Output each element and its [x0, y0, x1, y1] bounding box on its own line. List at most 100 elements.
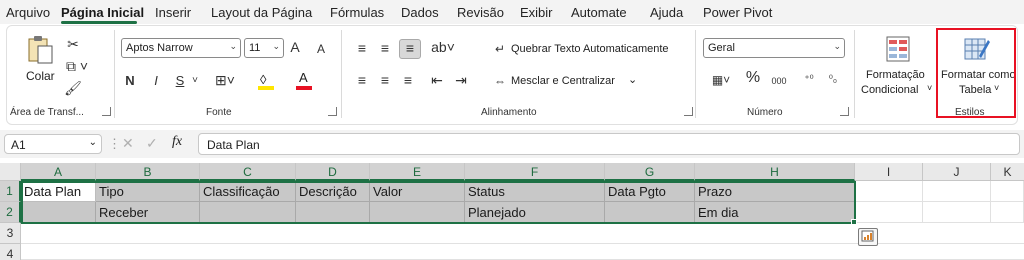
- thousands-button[interactable]: 000: [768, 73, 790, 89]
- decrease-decimal-icon[interactable]: ⁰₀: [824, 72, 842, 88]
- quick-analysis-icon[interactable]: [858, 228, 878, 246]
- cell-f2[interactable]: Planejado: [465, 202, 605, 223]
- merge-center-icon[interactable]: ⇔: [492, 73, 508, 89]
- increase-indent-icon[interactable]: ⇥: [453, 72, 469, 88]
- number-launcher-icon[interactable]: [840, 107, 849, 116]
- column-header-c[interactable]: C: [200, 163, 296, 181]
- tab-automate[interactable]: Automate: [571, 5, 627, 20]
- align-left-icon[interactable]: ≡: [354, 72, 370, 88]
- formula-input[interactable]: Data Plan: [198, 133, 1020, 155]
- tab-ajuda[interactable]: Ajuda: [650, 5, 683, 20]
- column-header-h[interactable]: H: [695, 163, 855, 181]
- cell-j1[interactable]: [923, 181, 991, 202]
- cut-icon[interactable]: ✂: [64, 36, 82, 52]
- column-header-d[interactable]: D: [296, 163, 370, 181]
- cell-g2[interactable]: [605, 202, 695, 223]
- merge-center-button[interactable]: Mesclar e Centralizar: [511, 75, 615, 87]
- chevron-down-icon[interactable]: ⌄: [628, 73, 637, 86]
- cell-e2[interactable]: [370, 202, 465, 223]
- row-header-3[interactable]: 3: [0, 223, 21, 244]
- cell-i2[interactable]: [855, 202, 923, 223]
- enter-icon[interactable]: ✓: [146, 135, 158, 152]
- select-all-corner[interactable]: [0, 163, 21, 181]
- wrap-text-icon[interactable]: ↵: [492, 41, 508, 57]
- alignment-launcher-icon[interactable]: [684, 107, 693, 116]
- tab-dados[interactable]: Dados: [401, 5, 439, 20]
- column-header-a[interactable]: A: [21, 163, 96, 181]
- clipboard-launcher-icon[interactable]: [102, 107, 111, 116]
- align-center-icon[interactable]: ≡: [377, 72, 393, 88]
- cell-c1[interactable]: Classificação: [200, 181, 296, 202]
- cell-f1[interactable]: Status: [465, 181, 605, 202]
- column-header-k[interactable]: K: [991, 163, 1024, 181]
- tab-power-pivot[interactable]: Power Pivot: [703, 5, 772, 20]
- tab-pagina-inicial[interactable]: Página Inicial: [61, 5, 144, 20]
- cell-a1[interactable]: Data Plan: [21, 181, 96, 202]
- grow-font-button[interactable]: A: [288, 39, 302, 55]
- wrap-text-button[interactable]: Quebrar Texto Automaticamente: [511, 43, 669, 55]
- tab-layout-da-pagina[interactable]: Layout da Página: [211, 5, 312, 20]
- percent-button[interactable]: %: [745, 70, 761, 86]
- align-bottom-icon[interactable]: ≡: [399, 39, 421, 59]
- column-header-i[interactable]: I: [855, 163, 923, 181]
- row-header-4[interactable]: 4: [0, 244, 21, 260]
- cell-b2[interactable]: Receber: [96, 202, 200, 223]
- font-launcher-icon[interactable]: [328, 107, 337, 116]
- chevron-down-icon[interactable]: ˅: [927, 83, 932, 93]
- fill-color-icon[interactable]: ◊: [258, 72, 274, 90]
- tab-arquivo[interactable]: Arquivo: [6, 5, 50, 20]
- column-header-j[interactable]: J: [923, 163, 991, 181]
- align-right-icon[interactable]: ≡: [400, 72, 416, 88]
- cell-k2[interactable]: [991, 202, 1024, 223]
- cell-e1[interactable]: Valor: [370, 181, 465, 202]
- tab-exibir[interactable]: Exibir: [520, 5, 553, 20]
- cell-j2[interactable]: [923, 202, 991, 223]
- increase-decimal-icon[interactable]: ⁺⁰: [800, 72, 818, 88]
- name-box[interactable]: A1 ⌄: [4, 134, 102, 154]
- row-header-2[interactable]: 2: [0, 202, 21, 223]
- conditional-formatting-icon[interactable]: [886, 36, 910, 62]
- insert-function-button[interactable]: fx: [172, 134, 182, 150]
- font-size-select[interactable]: 11 ⌄: [244, 38, 284, 58]
- copy-icon[interactable]: ⧉ ˅: [64, 58, 90, 74]
- cell-d1[interactable]: Descrição: [296, 181, 370, 202]
- cell-h2[interactable]: Em dia: [695, 202, 855, 223]
- align-middle-icon[interactable]: ≡: [377, 40, 393, 56]
- underline-button[interactable]: S: [174, 73, 186, 89]
- conditional-formatting-button-line1[interactable]: Formatação: [866, 69, 925, 81]
- shrink-font-button[interactable]: A: [315, 41, 327, 57]
- bold-button[interactable]: N: [124, 73, 136, 89]
- cell-i1[interactable]: [855, 181, 923, 202]
- tab-revisao[interactable]: Revisão: [457, 5, 504, 20]
- italic-button[interactable]: I: [150, 73, 162, 89]
- currency-icon[interactable]: ▦˅: [705, 72, 737, 88]
- cell-c2[interactable]: [200, 202, 296, 223]
- font-name-select[interactable]: Aptos Narrow ⌄: [121, 38, 241, 58]
- paste-label[interactable]: Colar: [26, 69, 55, 83]
- cell-g1[interactable]: Data Pgto: [605, 181, 695, 202]
- font-color-icon[interactable]: A: [296, 70, 312, 90]
- align-top-icon[interactable]: ≡: [354, 40, 370, 56]
- paste-icon[interactable]: [26, 34, 56, 66]
- row-header-1[interactable]: 1: [0, 181, 21, 202]
- tab-formulas[interactable]: Fórmulas: [330, 5, 384, 20]
- format-painter-icon[interactable]: 🖌: [64, 80, 82, 96]
- column-header-e[interactable]: E: [370, 163, 465, 181]
- chevron-down-icon[interactable]: ˅: [190, 73, 200, 89]
- tab-inserir[interactable]: Inserir: [155, 5, 191, 20]
- cell-a2[interactable]: [21, 202, 96, 223]
- conditional-formatting-button-line2[interactable]: Condicional: [861, 84, 918, 96]
- column-header-g[interactable]: G: [605, 163, 695, 181]
- number-format-select[interactable]: Geral ⌄: [703, 38, 845, 58]
- chevron-down-icon[interactable]: ⌄: [89, 137, 97, 148]
- column-header-b[interactable]: B: [96, 163, 200, 181]
- cell-h1[interactable]: Prazo: [695, 181, 855, 202]
- more-options-icon[interactable]: ⋮: [108, 136, 121, 152]
- cell-k1[interactable]: [991, 181, 1024, 202]
- cell-b1[interactable]: Tipo: [96, 181, 200, 202]
- decrease-indent-icon[interactable]: ⇤: [429, 72, 445, 88]
- orientation-icon[interactable]: ab˅: [429, 39, 457, 55]
- fill-handle[interactable]: [851, 219, 857, 225]
- borders-icon[interactable]: ⊞˅: [212, 72, 238, 88]
- column-header-f[interactable]: F: [465, 163, 605, 181]
